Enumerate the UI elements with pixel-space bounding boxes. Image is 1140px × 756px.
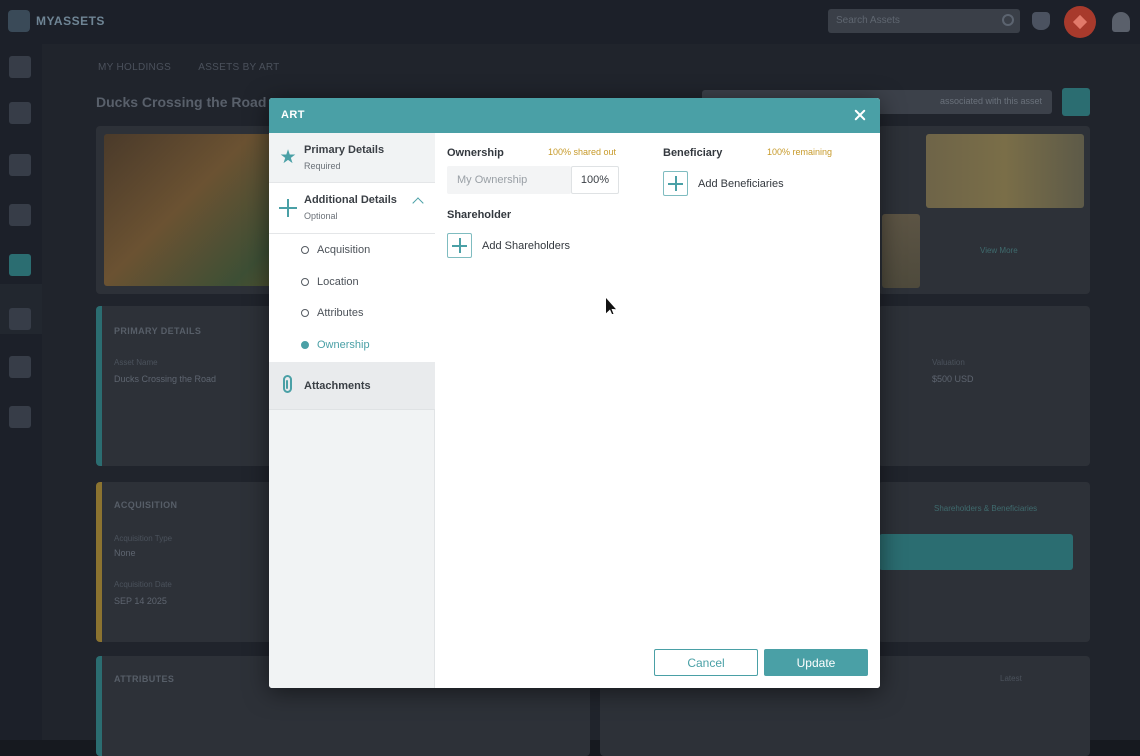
art-modal: ART ★ Primary Details Required Additiona… <box>269 98 880 688</box>
card-heading: PRIMARY DETAILS <box>114 326 202 336</box>
nav-item-label: Ownership <box>317 339 370 351</box>
add-beneficiaries-label: Add Beneficiaries <box>698 177 784 190</box>
top-bar: MYASSETS Search Assets <box>0 0 1140 44</box>
top-search-placeholder: Search Assets <box>836 15 900 26</box>
modal-header: ART <box>269 98 880 133</box>
nav-item-attributes[interactable]: Attributes <box>301 303 363 323</box>
assoc-button[interactable] <box>1062 88 1090 116</box>
card-field-label: Valuation <box>932 358 965 367</box>
nav-item-label: Location <box>317 276 359 288</box>
shareholder-label: Shareholder <box>447 209 512 221</box>
sidebar-icon-settings[interactable] <box>9 406 31 428</box>
card-field-value: SEP 14 2025 <box>114 596 167 606</box>
card-stripe <box>96 306 102 466</box>
art-thumbnail[interactable] <box>926 134 1084 208</box>
ownership-label: Ownership <box>447 147 504 159</box>
sidebar-icon-holdings[interactable] <box>9 102 31 124</box>
radio-icon <box>301 246 309 254</box>
search-icon <box>1002 14 1014 26</box>
modal-main: Ownership 100% shared out My Ownership 1… <box>435 133 880 688</box>
nav-section-title: Primary Details <box>304 144 385 156</box>
sidebar-icon-network[interactable] <box>9 356 31 378</box>
plus-icon <box>279 199 297 217</box>
add-shareholders-button[interactable]: Add Shareholders <box>447 233 570 258</box>
alert-button[interactable] <box>1064 6 1096 38</box>
nav-item-location[interactable]: Location <box>301 272 359 292</box>
sidebar-icon-documents[interactable] <box>9 204 31 226</box>
card-field-value: Ducks Crossing the Road <box>114 374 217 384</box>
my-ownership-input[interactable]: My Ownership <box>447 166 571 194</box>
latest-select[interactable]: Latest <box>1000 674 1022 683</box>
diamond-icon <box>1072 14 1088 30</box>
nav-section-subtitle: Optional <box>304 211 338 221</box>
nav-section-title: Attachments <box>304 380 371 392</box>
page-title: Ducks Crossing the Road <box>96 94 267 110</box>
art-thumbnail[interactable] <box>882 214 920 288</box>
logo-icon <box>8 10 30 32</box>
nav-sub-list: Acquisition Location Attributes Ownershi… <box>269 234 435 362</box>
nav-attachments[interactable]: Attachments <box>269 362 435 410</box>
app: MYASSETS Search Assets MY HOLDINGS ASSET… <box>0 0 1140 756</box>
nav-primary-details[interactable]: ★ Primary Details Required <box>269 133 435 183</box>
star-icon: ★ <box>279 147 297 168</box>
shareholders-link[interactable]: Shareholders & Beneficiaries <box>934 504 1037 513</box>
plus-icon <box>663 171 688 196</box>
nav-additional-details[interactable]: Additional Details Optional <box>269 183 435 234</box>
ownership-percent-input[interactable]: 100% <box>571 166 619 194</box>
app-logo[interactable]: MYASSETS <box>8 10 105 32</box>
nav-section-title: Additional Details <box>304 194 397 206</box>
card-field-label: Asset Name <box>114 358 158 367</box>
nav-item-label: Acquisition <box>317 244 371 256</box>
add-shareholders-label: Add Shareholders <box>482 239 571 252</box>
card-field-label: Acquisition Date <box>114 580 172 589</box>
radio-icon <box>301 309 309 317</box>
sidebar-icon-reports[interactable] <box>9 308 31 330</box>
breadcrumb-item[interactable]: MY HOLDINGS <box>98 62 171 73</box>
sidebar-icon-dashboard[interactable] <box>9 56 31 78</box>
sidebar-icon-assets[interactable] <box>9 254 31 276</box>
card-stripe <box>96 482 102 642</box>
chevron-up-icon[interactable] <box>412 197 424 209</box>
nav-item-label: Attributes <box>317 307 364 319</box>
breadcrumb-item[interactable]: ASSETS BY ART <box>198 62 279 73</box>
card-heading: ATTRIBUTES <box>114 674 175 684</box>
view-more-link[interactable]: View More <box>980 246 1018 255</box>
nav-section-subtitle: Required <box>304 161 341 171</box>
card-stripe <box>96 656 102 756</box>
sidebar <box>0 44 42 740</box>
beneficiary-label: Beneficiary <box>663 147 723 159</box>
primary-details-card-right: Valuation $500 USD <box>878 306 1090 466</box>
beneficiary-status: 100% remaining <box>767 147 833 157</box>
card-field-label: Acquisition Type <box>114 534 173 543</box>
update-button[interactable]: Update <box>764 649 868 676</box>
breadcrumb: MY HOLDINGS ASSETS BY ART <box>98 62 280 73</box>
close-icon[interactable] <box>850 105 870 125</box>
logo-text: MYASSETS <box>36 14 105 28</box>
assoc-label: associated with this asset <box>939 96 1042 106</box>
bell-icon[interactable] <box>1032 12 1050 30</box>
modal-nav: ★ Primary Details Required Additional De… <box>269 133 435 688</box>
cancel-button[interactable]: Cancel <box>654 649 758 676</box>
nav-item-acquisition[interactable]: Acquisition <box>301 240 370 260</box>
radio-selected-icon <box>301 341 309 349</box>
card-field-value: $500 USD <box>932 374 974 384</box>
radio-icon <box>301 278 309 286</box>
add-beneficiaries-button[interactable]: Add Beneficiaries <box>663 171 784 196</box>
image-card-right: View More <box>878 126 1090 294</box>
teal-bar[interactable] <box>879 534 1073 570</box>
ownership-status: 100% shared out <box>548 147 617 157</box>
modal-title: ART <box>281 109 305 121</box>
plus-icon <box>447 233 472 258</box>
user-icon[interactable] <box>1112 12 1130 32</box>
nav-item-ownership[interactable]: Ownership <box>301 335 370 355</box>
paperclip-icon <box>283 375 292 393</box>
card-field-value: None <box>114 548 136 558</box>
card-heading: ACQUISITION <box>114 500 178 510</box>
top-search-input[interactable]: Search Assets <box>828 9 1020 33</box>
sidebar-icon-charts[interactable] <box>9 154 31 176</box>
